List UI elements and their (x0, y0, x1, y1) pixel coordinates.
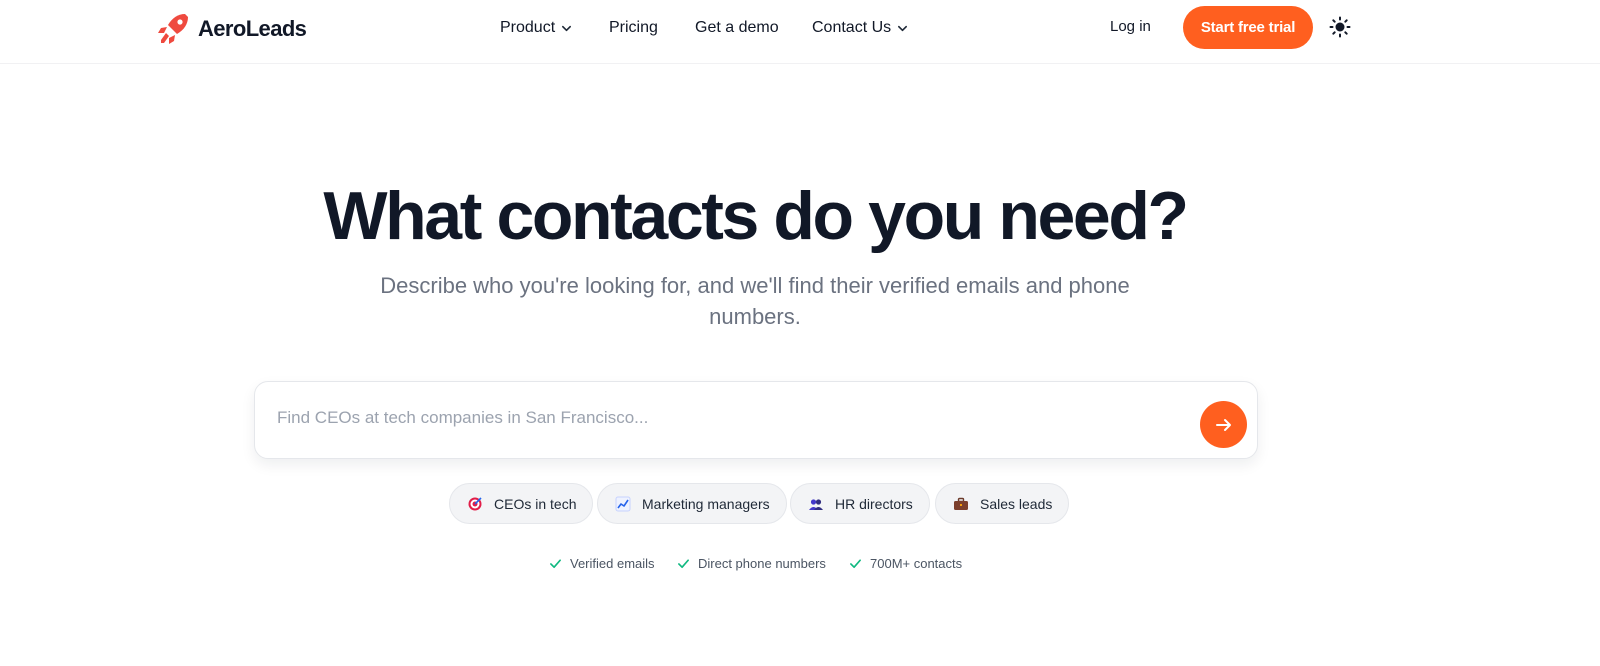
feature-list: Verified emails Direct phone numbers 700… (0, 556, 1600, 576)
nav-contact-us-label: Contact Us (812, 19, 892, 36)
suggestion-chips: CEOs in tech Marketing managers HR direc… (0, 483, 1600, 525)
sun-icon[interactable] (1329, 16, 1351, 38)
brand-name: AeroLeads (198, 16, 307, 41)
feature-700m-contacts: 700M+ contacts (849, 556, 962, 571)
nav-product[interactable]: Product (500, 18, 572, 38)
chip-sales-leads[interactable]: Sales leads (935, 483, 1070, 524)
nav-contact-us[interactable]: Contact Us (812, 18, 908, 38)
nav-pricing[interactable]: Pricing (609, 18, 658, 38)
chevron-down-icon (562, 25, 572, 31)
nav-get-demo[interactable]: Get a demo (695, 18, 779, 38)
chip-label: Sales leads (980, 495, 1053, 512)
briefcase-icon (954, 497, 968, 510)
chip-label: CEOs in tech (494, 495, 577, 512)
nav-pricing-label: Pricing (609, 19, 658, 36)
chart-increasing-icon (615, 496, 631, 511)
chip-ceos-in-tech[interactable]: CEOs in tech (449, 483, 594, 524)
arrow-right-icon (1215, 418, 1231, 431)
check-icon (678, 559, 689, 569)
people-icon (809, 498, 823, 510)
nav-get-demo-label: Get a demo (695, 19, 779, 36)
search-submit-button[interactable] (1200, 401, 1247, 448)
start-free-trial-button[interactable]: Start free trial (1183, 6, 1313, 49)
hero-subtitle: Describe who you're looking for, and we'… (380, 273, 1130, 329)
rocket-icon (158, 14, 188, 44)
chip-hr-directors[interactable]: HR directors (790, 483, 930, 524)
brand-logo[interactable]: AeroLeads (158, 12, 307, 46)
feature-label: Verified emails (570, 556, 655, 571)
feature-verified-emails: Verified emails (549, 556, 655, 571)
site-header: AeroLeads Product Pricing Get a demo Con… (0, 0, 1600, 64)
target-icon (468, 496, 482, 510)
feature-label: 700M+ contacts (870, 556, 963, 571)
check-icon (850, 559, 861, 569)
contact-search-input[interactable] (277, 402, 1157, 434)
chevron-down-icon (898, 25, 908, 31)
feature-label: Direct phone numbers (698, 556, 826, 571)
chip-label: HR directors (835, 495, 913, 512)
chip-label: Marketing managers (642, 495, 770, 512)
chip-marketing-managers[interactable]: Marketing managers (597, 483, 787, 524)
login-link[interactable]: Log in (1110, 18, 1151, 35)
check-icon (550, 559, 561, 569)
feature-direct-phone-numbers: Direct phone numbers (677, 556, 826, 571)
hero-title: What contacts do you need? (323, 178, 1189, 254)
contact-search-box (254, 381, 1258, 459)
nav-product-label: Product (500, 19, 556, 36)
